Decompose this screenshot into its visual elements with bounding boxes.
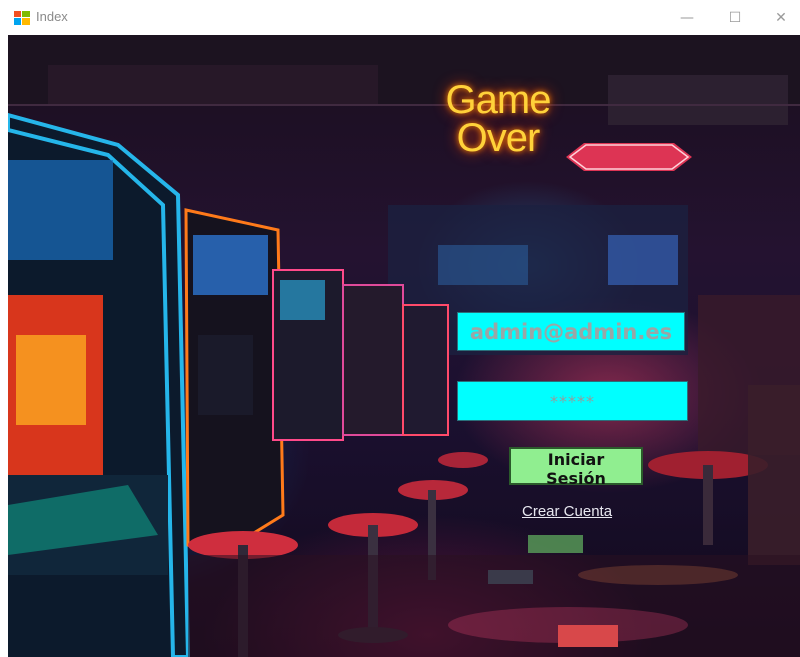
- login-button[interactable]: Iniciar Sesión: [509, 447, 643, 488]
- window-title: Index: [36, 9, 68, 24]
- neon-game-over-sign: Game Over: [438, 78, 558, 160]
- create-account-link[interactable]: Crear Cuenta: [522, 503, 612, 520]
- close-button[interactable]: ✕: [758, 0, 800, 35]
- title-bar[interactable]: Index — ☐ ✕: [0, 0, 800, 35]
- close-icon: ✕: [775, 9, 787, 26]
- minimize-icon: —: [680, 9, 694, 26]
- neon-sign-line2: Over: [456, 116, 541, 160]
- maximize-icon: ☐: [728, 9, 742, 26]
- password-field[interactable]: [457, 381, 688, 421]
- app-window-icon: [14, 10, 30, 25]
- neon-sign-line1: Game: [445, 78, 552, 122]
- maximize-button[interactable]: ☐: [712, 0, 758, 35]
- minimize-button[interactable]: —: [664, 0, 710, 35]
- email-field[interactable]: [457, 312, 685, 351]
